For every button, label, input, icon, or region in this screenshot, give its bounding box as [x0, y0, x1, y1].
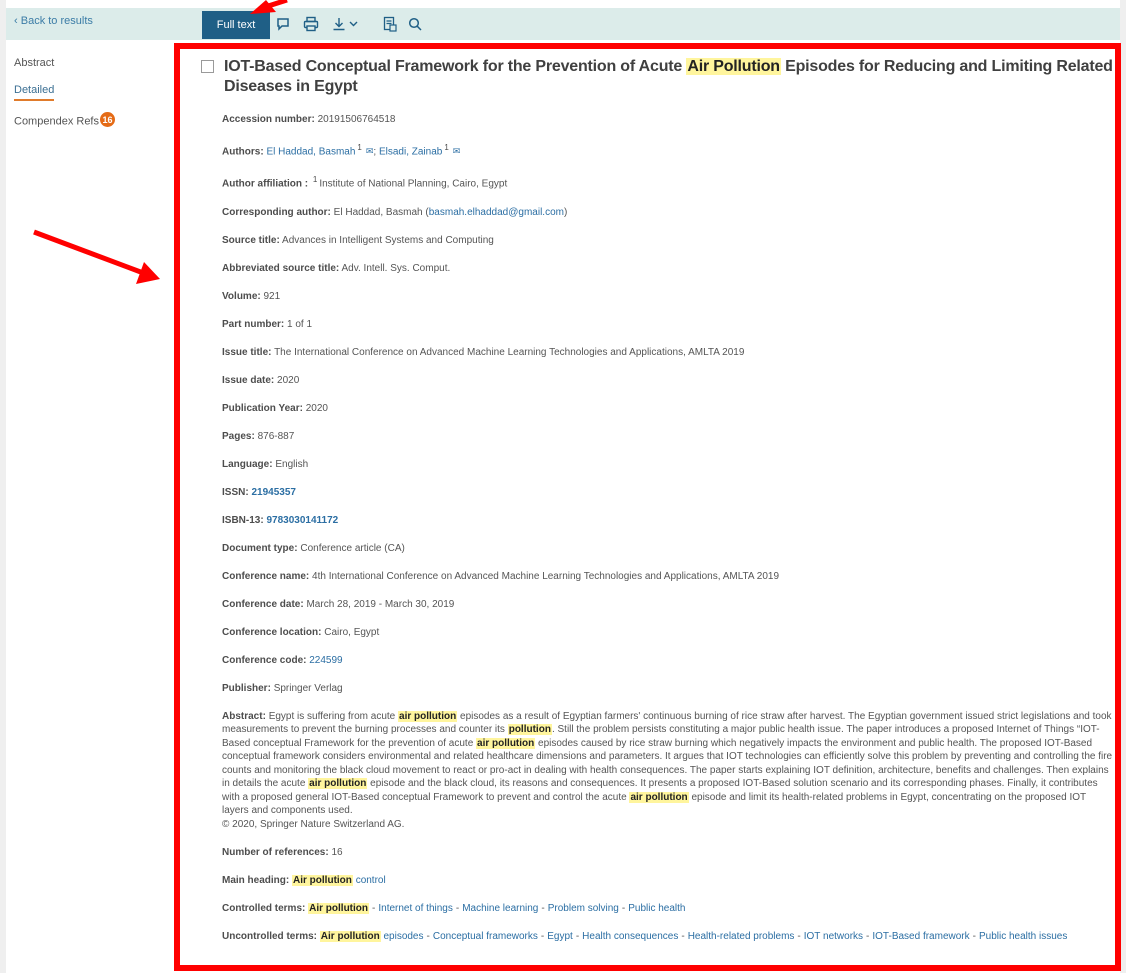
nav-item-abstract[interactable]: Abstract: [14, 57, 164, 69]
back-to-results-link[interactable]: ‹ Back to results: [14, 15, 93, 27]
side-nav: Abstract Detailed Compendex Refs 16: [14, 57, 164, 144]
refs-count-badge: 16: [100, 112, 115, 127]
page-left-edge: [0, 0, 6, 973]
nav-item-compendex-refs[interactable]: Compendex Refs 16: [14, 112, 164, 129]
annotation-arrowhead-side: [136, 262, 160, 284]
full-text-button[interactable]: Full text: [202, 11, 270, 39]
download-icon[interactable]: [332, 14, 360, 34]
export-icon[interactable]: [383, 14, 397, 34]
print-icon[interactable]: [303, 14, 319, 34]
nav-item-label: Compendex Refs: [14, 115, 99, 128]
annotation-highlight-box: [174, 43, 1121, 971]
search-icon[interactable]: [408, 14, 422, 34]
nav-item-detailed[interactable]: Detailed: [14, 84, 55, 101]
comment-icon[interactable]: [276, 14, 290, 34]
back-to-results-label: Back to results: [20, 15, 93, 27]
record-toolbar: ‹ Back to results Full text: [6, 0, 1120, 40]
annotation-arrow-side: [33, 229, 147, 277]
